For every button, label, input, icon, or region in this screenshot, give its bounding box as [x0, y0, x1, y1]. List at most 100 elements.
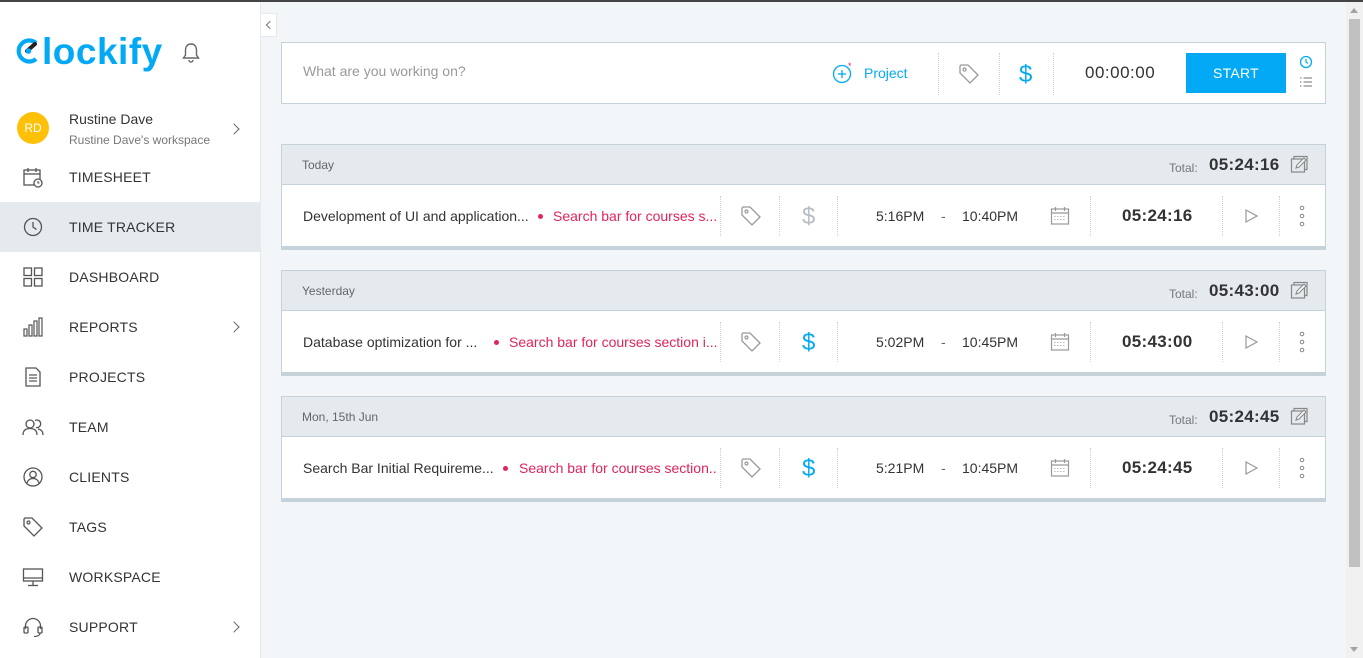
total-label: Total: [1169, 287, 1198, 301]
day-label: Mon, 15th Jun [302, 410, 379, 424]
nav-item-timesheet[interactable]: TIMESHEET [0, 152, 260, 202]
time-tracker-bar: * Project $ 00:00:00 START [281, 42, 1326, 104]
tag-icon[interactable] [740, 457, 762, 479]
team-icon [22, 419, 44, 436]
nav-item-team[interactable]: TEAM [0, 402, 260, 452]
divider [779, 322, 780, 362]
manual-mode-list-icon[interactable] [1299, 75, 1313, 89]
vertical-scrollbar[interactable] [1346, 2, 1363, 658]
play-icon[interactable] [1243, 460, 1259, 476]
more-menu-icon[interactable] [1298, 457, 1306, 479]
billable-dollar-icon[interactable]: $ [1018, 61, 1034, 87]
entry-start-time[interactable]: 5:16PM [876, 208, 924, 224]
day-header: Yesterday Total: 05:43:00 [282, 271, 1325, 311]
billable-dollar-icon[interactable]: $ [801, 203, 817, 229]
entry-duration[interactable]: 05:24:45 [1122, 458, 1192, 478]
svg-text:$: $ [802, 203, 815, 229]
client-icon [23, 467, 43, 487]
tag-icon[interactable] [958, 63, 980, 85]
svg-text:$: $ [802, 455, 815, 481]
divider [720, 448, 721, 488]
nav-item-tags[interactable]: TAGS [0, 502, 260, 552]
entry-start-time[interactable]: 5:02PM [876, 334, 924, 350]
nav-item-clients[interactable]: CLIENTS [0, 452, 260, 502]
nav-item-time-tracker[interactable]: TIME TRACKER [0, 202, 260, 252]
total-label: Total: [1169, 161, 1198, 175]
day-total: 05:24:16 [1209, 155, 1280, 174]
nav-item-dashboard[interactable]: DASHBOARD [0, 252, 260, 302]
bulk-edit-icon[interactable] [1290, 281, 1310, 301]
day-group-mon-15th-jun: Mon, 15th Jun Total: 05:24:45 Search Bar… [281, 396, 1326, 502]
more-menu-icon[interactable] [1298, 331, 1306, 353]
day-total: 05:24:45 [1209, 407, 1280, 426]
divider [779, 448, 780, 488]
time-entry-row[interactable]: Development of UI and application... Sea… [282, 186, 1325, 246]
notification-bell-icon[interactable] [181, 42, 201, 64]
billable-dollar-icon[interactable]: $ [801, 455, 817, 481]
billable-dollar-icon[interactable]: $ [801, 329, 817, 355]
divider [1053, 53, 1054, 95]
day-label: Yesterday [302, 284, 355, 298]
workspace-switcher[interactable]: RD Rustine Dave Rustine Dave's workspace [0, 104, 260, 154]
calendar-icon[interactable] [1050, 458, 1070, 478]
time-separator: - [941, 208, 946, 224]
scroll-thumb[interactable] [1349, 19, 1360, 567]
more-menu-icon[interactable] [1298, 205, 1306, 227]
nav-item-reports[interactable]: REPORTS [0, 302, 260, 352]
entry-duration[interactable]: 05:24:16 [1122, 206, 1192, 226]
bulk-edit-icon[interactable] [1290, 407, 1310, 427]
project-picker-button[interactable]: * Project [832, 61, 908, 85]
entry-project[interactable]: Search bar for courses section... [519, 460, 717, 476]
calendar-icon[interactable] [1050, 206, 1070, 226]
description-input[interactable] [303, 63, 823, 79]
timesheet-icon [23, 168, 43, 188]
divider [1279, 322, 1280, 362]
divider [720, 196, 721, 236]
entry-description[interactable]: Search Bar Initial Requireme... [303, 460, 495, 476]
add-project-icon: * [832, 62, 852, 84]
divider [1222, 196, 1223, 236]
day-label: Today [302, 158, 335, 172]
entry-project[interactable]: Search bar for courses section i... [509, 334, 717, 350]
sidebar-collapse-button[interactable] [261, 13, 277, 37]
svg-text:*: * [848, 62, 852, 71]
tag-icon[interactable] [740, 205, 762, 227]
time-entry-row[interactable]: Search Bar Initial Requireme... Search b… [282, 438, 1325, 498]
entry-start-time[interactable]: 5:21PM [876, 460, 924, 476]
entry-end-time[interactable]: 10:45PM [962, 334, 1018, 350]
project-label: Project [864, 65, 908, 81]
window-top-border [0, 0, 1363, 2]
nav-label: DASHBOARD [69, 269, 160, 285]
nav-label: TIME TRACKER [69, 219, 176, 235]
time-entry-row[interactable]: Database optimization for ... Search bar… [282, 312, 1325, 372]
scroll-down-arrow-icon[interactable] [1350, 647, 1358, 652]
play-icon[interactable] [1243, 208, 1259, 224]
nav-item-workspace[interactable]: WORKSPACE [0, 552, 260, 602]
clockify-logo[interactable]: lockify [16, 30, 163, 72]
play-icon[interactable] [1243, 334, 1259, 350]
entry-end-time[interactable]: 10:45PM [962, 460, 1018, 476]
entry-end-time[interactable]: 10:40PM [962, 208, 1018, 224]
divider [837, 322, 838, 362]
divider [1222, 448, 1223, 488]
timer-mode-icon[interactable] [1299, 55, 1313, 69]
entry-description[interactable]: Development of UI and application... [303, 208, 531, 224]
nav-item-support[interactable]: SUPPORT [0, 602, 260, 652]
entry-description[interactable]: Database optimization for ... [303, 334, 487, 350]
divider [837, 196, 838, 236]
nav-item-projects[interactable]: PROJECTS [0, 352, 260, 402]
nav-label: TEAM [69, 419, 109, 435]
tag-icon[interactable] [740, 331, 762, 353]
scroll-up-arrow-icon[interactable] [1350, 8, 1358, 13]
entry-duration[interactable]: 05:43:00 [1122, 332, 1192, 352]
entry-project[interactable]: Search bar for courses s... [553, 208, 717, 224]
nav-label: REPORTS [69, 319, 138, 335]
bulk-edit-icon[interactable] [1290, 155, 1310, 175]
calendar-icon[interactable] [1050, 332, 1070, 352]
divider [1090, 322, 1091, 362]
start-button[interactable]: START [1186, 53, 1286, 93]
time-separator: - [941, 334, 946, 350]
tag-icon [23, 517, 43, 537]
bar-chart-icon [23, 317, 43, 337]
day-total: 05:43:00 [1209, 281, 1280, 300]
